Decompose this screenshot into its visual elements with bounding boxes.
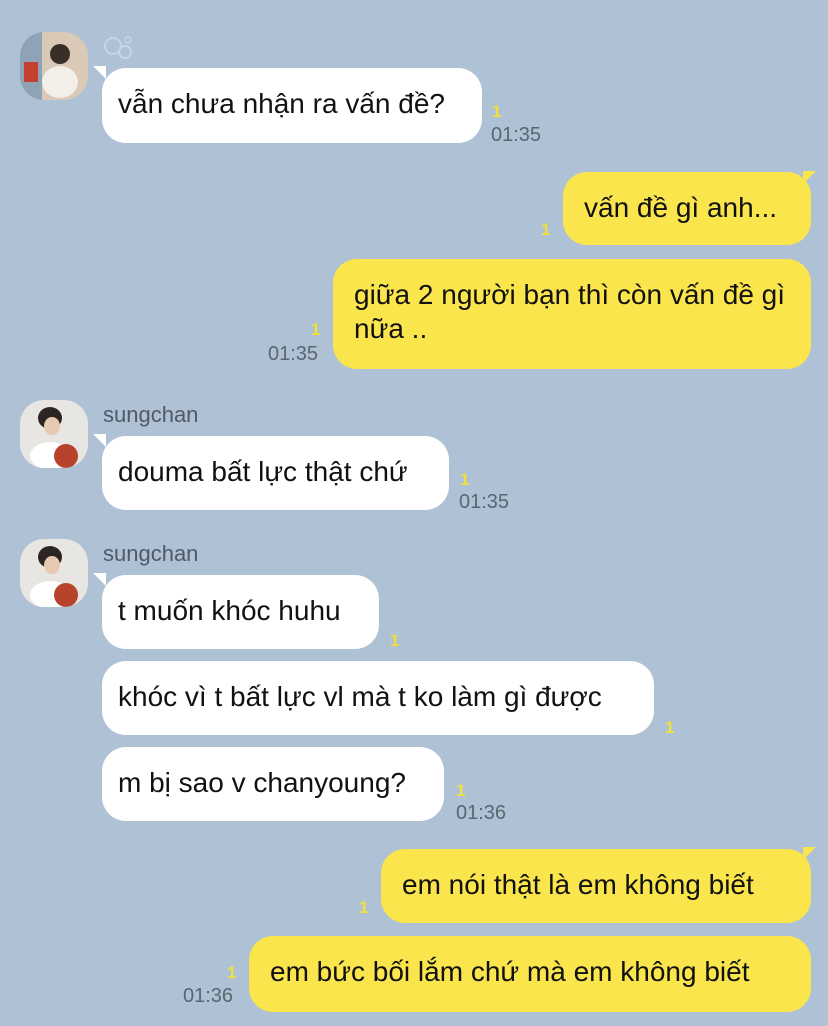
message-text: m bị sao v chanyoung? [118, 767, 406, 798]
message-bubble[interactable]: em bức bối lắm chứ mà em không biết [249, 936, 811, 1012]
bubbles-icon [103, 34, 135, 67]
unread-count: 1 [665, 718, 675, 737]
message-text: em nói thật là em không biết [402, 869, 754, 900]
message-bubble[interactable]: t muốn khóc huhu [102, 575, 379, 649]
unread-count: 1 [311, 320, 321, 339]
unread-count: 1 [460, 470, 470, 489]
bubble-tail [93, 434, 106, 447]
unread-count: 1 [390, 631, 400, 650]
message-bubble[interactable]: vấn đề gì anh... [563, 172, 811, 245]
message-bubble[interactable]: giữa 2 người bạn thì còn vấn đề gì nữa .… [333, 259, 811, 369]
message-time: 01:36 [456, 802, 507, 824]
unread-count: 1 [227, 963, 237, 982]
message-bubble[interactable]: khóc vì t bất lực vl mà t ko làm gì được [102, 661, 654, 735]
avatar[interactable] [20, 32, 88, 100]
message-text: giữa 2 người bạn thì còn vấn đề gì nữa .… [354, 279, 786, 344]
message-text: khóc vì t bất lực vl mà t ko làm gì được [118, 681, 602, 712]
avatar[interactable] [20, 539, 88, 607]
message-bubble[interactable]: em nói thật là em không biết [381, 849, 811, 923]
bubble-tail [93, 66, 106, 79]
message-time: 01:36 [183, 985, 234, 1007]
unread-count: 1 [359, 898, 369, 917]
message-text: douma bất lực thật chứ [118, 456, 408, 487]
message-time: 01:35 [491, 124, 542, 146]
message-text: em bức bối lắm chứ mà em không biết [270, 956, 750, 987]
bubble-tail [93, 573, 106, 586]
unread-count: 1 [492, 102, 502, 121]
sender-name: sungchan [103, 541, 199, 566]
unread-count: 1 [541, 220, 551, 239]
message-text: vẫn chưa nhận ra vấn đề? [118, 88, 445, 119]
message-text: vấn đề gì anh... [584, 192, 778, 223]
chat-window: vẫn chưa nhận ra vấn đề? 1 01:35 vấn đề … [0, 0, 828, 1026]
message-text: t muốn khóc huhu [118, 595, 341, 626]
message-bubble[interactable]: m bị sao v chanyoung? [102, 747, 444, 821]
message-time: 01:35 [459, 491, 510, 513]
avatar[interactable] [20, 400, 88, 468]
sender-name: sungchan [103, 402, 199, 427]
message-time: 01:35 [268, 343, 319, 365]
unread-count: 1 [456, 781, 466, 800]
message-bubble[interactable]: douma bất lực thật chứ [102, 436, 449, 510]
message-bubble[interactable]: vẫn chưa nhận ra vấn đề? [102, 68, 482, 143]
